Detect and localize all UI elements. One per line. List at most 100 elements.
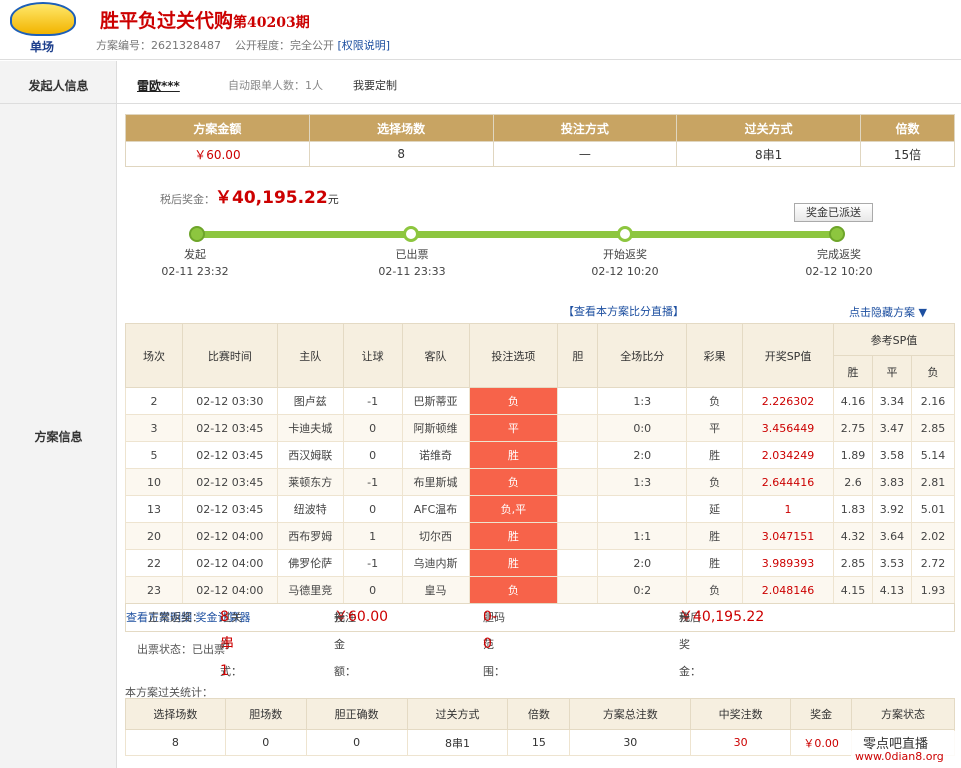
col-header: 场次 <box>125 323 183 388</box>
col-header: 投注选项 <box>468 323 559 388</box>
match-no: 3 <box>125 414 183 442</box>
match-rows: 2 02-12 03:30 图卢兹 -1 巴斯蒂亚负 1:3 负 2.226302 4.16 3.… <box>125 387 956 604</box>
match-count: 8 <box>308 141 494 167</box>
full-score: 2:0 <box>597 441 688 469</box>
table-row: 10 02-12 03:45 莱顿东方 -1 布里斯城负 1:3 负 2.644416 2.6 3… <box>125 468 956 496</box>
result: 胜 <box>686 441 744 469</box>
sp-lose: 2.02 <box>910 522 956 550</box>
initiator-user-link[interactable]: 雷欧*** <box>137 77 180 94</box>
handicap: -1 <box>342 468 403 496</box>
return-summary: 正常返奖： 过关方式： 8串1 投注金额： ￥60.00 元 胆码范围： 0-0 查看方… <box>125 603 955 679</box>
dan-cell <box>557 441 599 469</box>
sp-win: 2.75 <box>832 414 873 442</box>
dan-cell <box>557 522 599 550</box>
sp-win: 4.15 <box>832 576 873 604</box>
progress-step: 完成返奖 02-12 10:20 <box>794 246 884 280</box>
progress-node-icon <box>403 226 419 242</box>
stats-header: 过关方式 <box>406 698 509 730</box>
away-team: 乌迪内斯 <box>401 549 470 577</box>
match-time: 02-12 04:00 <box>181 522 278 550</box>
left-divider <box>0 103 117 104</box>
summary-prize-unit: 元 <box>679 611 690 624</box>
sp-win: 4.16 <box>832 387 873 415</box>
col-header: 主队 <box>276 323 344 388</box>
sp-lose: 2.85 <box>910 414 956 442</box>
title-text: 胜平负过关代购 <box>100 10 234 32</box>
away-team: 诺维奇 <box>401 441 470 469</box>
match-time: 02-12 03:45 <box>181 495 278 523</box>
stats-value: 8 <box>125 729 226 756</box>
full-score: 1:1 <box>597 522 688 550</box>
stats-header: 倍数 <box>507 698 571 730</box>
public-value: 完全公开 <box>290 39 334 52</box>
stats-header: 奖金 <box>790 698 853 730</box>
sp-lose: 1.93 <box>910 576 956 604</box>
progress-node-icon <box>617 226 633 242</box>
away-team: AFC温布 <box>401 495 470 523</box>
hide-plan-link[interactable]: 点击隐藏方案 ▼ <box>849 304 927 320</box>
full-score: 0:0 <box>597 414 688 442</box>
match-header-row: 场次 比赛时间 主队 让球 客队 投注选项 胆 全场比分 彩果 开奖SP值 参考… <box>125 323 956 388</box>
progress-step: 发起 02-11 23:32 <box>150 246 240 280</box>
home-team: 马德里竞 <box>276 576 344 604</box>
handicap: 0 <box>342 441 403 469</box>
col-header: 让球 <box>342 323 403 388</box>
draw-sp: 3.456449 <box>742 414 834 442</box>
danchang-logo: 单场 <box>8 2 78 56</box>
dan-cell <box>557 468 599 496</box>
overview-header: 投注方式 <box>492 114 678 142</box>
bet-method: — <box>492 141 678 167</box>
sp-header-draw: 平 <box>871 355 912 388</box>
step-time: 02-12 10:20 <box>805 265 873 278</box>
sp-win: 1.83 <box>832 495 873 523</box>
home-team: 佛罗伦萨 <box>276 549 344 577</box>
match-no: 10 <box>125 468 183 496</box>
full-score <box>597 495 688 523</box>
match-no: 5 <box>125 441 183 469</box>
sp-draw: 3.92 <box>871 495 912 523</box>
permission-link[interactable]: [权限说明] <box>338 39 391 52</box>
stats-value: 30 <box>569 729 692 756</box>
match-time: 02-12 03:45 <box>181 441 278 469</box>
custom-follow-link[interactable]: 我要定制 <box>353 77 397 93</box>
plan-section-label: 方案信息 <box>34 430 83 444</box>
football-logo-icon <box>10 2 76 36</box>
home-team: 纽波特 <box>276 495 344 523</box>
stats-value-row: 8 0 0 8串1 15 30 30 ￥0.00 <box>125 729 955 756</box>
summary-prize-value: ￥40,195.22 <box>679 609 765 625</box>
progress-track <box>197 231 837 238</box>
bet-pick: 负 <box>468 468 559 496</box>
sp-win: 4.32 <box>832 522 873 550</box>
dan-cell <box>557 576 599 604</box>
stats-value: 8串1 <box>406 729 509 756</box>
bet-pick: 负,平 <box>468 495 559 523</box>
sp-lose: 2.72 <box>910 549 956 577</box>
table-row: 13 02-12 03:45 纽波特 0 AFC温布 负,平 延 1 1.83 3.92 5.01 <box>125 495 956 523</box>
overview-header: 方案金额 <box>125 114 310 142</box>
full-score: 2:0 <box>597 549 688 577</box>
live-score-link[interactable]: 【查看本方案比分直播】 <box>563 303 684 319</box>
prize-sent-button[interactable]: 奖金已派送 <box>794 203 873 222</box>
plan-amount: ￥60.00 <box>125 141 310 167</box>
bet-pick: 胜 <box>468 441 559 469</box>
table-row: 5 02-12 03:45 西汉姆联 0 诺维奇胜 2:0 胜 2.034249 1.89 3.5… <box>125 441 956 469</box>
handicap: 0 <box>342 495 403 523</box>
match-no: 23 <box>125 576 183 604</box>
match-time: 02-12 03:45 <box>181 468 278 496</box>
step-label: 发起 <box>184 248 206 261</box>
table-row: 22 02-12 04:00 佛罗伦萨 -1 乌迪内斯胜 2:0 胜 3.989393 2.85… <box>125 549 956 577</box>
home-team: 莱顿东方 <box>276 468 344 496</box>
step-label: 已出票 <box>395 248 429 261</box>
bet-unit: 元 <box>334 611 345 624</box>
away-team: 巴斯蒂亚 <box>401 387 470 415</box>
table-row: 23 02-12 04:00 马德里竞 0 皇马负 0:2 负 2.048146 4.15 4.1… <box>125 576 956 604</box>
overview-header: 选择场数 <box>308 114 494 142</box>
table-row: 20 02-12 04:00 西布罗姆 1 切尔西胜 1:1 胜 3.047151 4.32 3.… <box>125 522 956 550</box>
progress-step: 开始返奖 02-12 10:20 <box>580 246 670 280</box>
sp-draw: 4.13 <box>871 576 912 604</box>
match-no: 13 <box>125 495 183 523</box>
home-team: 卡迪夫城 <box>276 414 344 442</box>
pass-method: 8串1 <box>676 141 862 167</box>
overview-header: 过关方式 <box>676 114 862 142</box>
dan-cell <box>557 495 599 523</box>
